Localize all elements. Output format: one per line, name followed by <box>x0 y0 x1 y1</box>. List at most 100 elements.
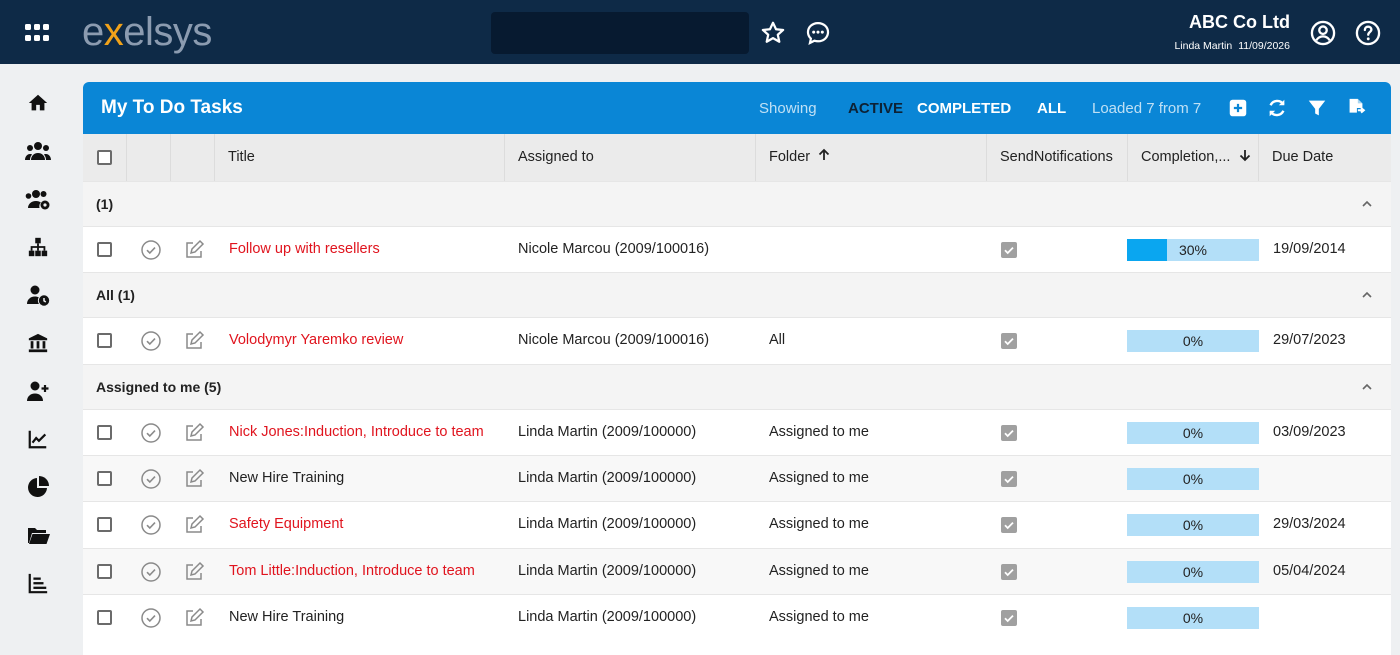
task-title[interactable]: New Hire Training <box>229 609 344 625</box>
progress-label: 30% <box>1178 242 1208 259</box>
progress-label: 0% <box>1182 517 1204 534</box>
due-date: 29/07/2023 <box>1273 332 1346 349</box>
task-title[interactable]: Follow up with resellers <box>229 241 380 257</box>
row-checkbox[interactable] <box>97 333 112 349</box>
collapse-chevron-icon[interactable] <box>1361 289 1373 301</box>
checkmark-icon <box>1004 429 1014 438</box>
assigned-to: Nicole Marcou (2009/100016) <box>518 241 710 258</box>
row-checkbox[interactable] <box>97 242 112 258</box>
send-notifications-checkbox[interactable] <box>1001 471 1017 488</box>
people-settings-icon[interactable] <box>24 185 52 213</box>
complete-check-icon[interactable] <box>140 239 162 261</box>
send-notifications-checkbox[interactable] <box>1001 517 1017 534</box>
progress-label: 0% <box>1182 333 1204 350</box>
column-divider <box>170 134 171 181</box>
filter-completed[interactable]: COMPLETED <box>917 100 1011 117</box>
user-info: Linda Martin 11/09/2026 <box>1174 40 1290 52</box>
search-input[interactable] <box>491 12 749 54</box>
refresh-icon[interactable] <box>1266 97 1288 119</box>
exelsys-logo[interactable]: exelsys <box>82 10 212 54</box>
row-checkbox[interactable] <box>97 563 112 579</box>
send-notifications-checkbox[interactable] <box>1001 609 1017 626</box>
folder-name: Assigned to me <box>769 516 869 533</box>
edit-icon[interactable] <box>183 239 205 261</box>
home-icon[interactable] <box>24 89 52 117</box>
line-chart-icon[interactable] <box>24 425 52 453</box>
table-row: New Hire Training Linda Martin (2009/1000… <box>83 593 1391 641</box>
group-label: Assigned to me (5) <box>96 378 222 395</box>
send-notifications-checkbox[interactable] <box>1001 333 1017 350</box>
user-clock-icon[interactable] <box>24 281 52 309</box>
bar-list-icon[interactable] <box>24 569 52 597</box>
chat-icon[interactable] <box>804 19 832 47</box>
edit-icon[interactable] <box>183 468 205 490</box>
people-icon[interactable] <box>24 137 52 165</box>
pie-chart-icon[interactable] <box>24 473 52 501</box>
add-user-icon[interactable] <box>24 377 52 405</box>
column-completion-label: Completion,... <box>1141 149 1231 165</box>
column-folder[interactable]: Folder <box>769 134 831 181</box>
complete-check-icon[interactable] <box>140 607 162 629</box>
completion-progress: 0% <box>1127 560 1259 583</box>
bank-icon[interactable] <box>24 329 52 357</box>
checkmark-icon <box>1004 476 1014 484</box>
checkmark-icon <box>1004 568 1014 576</box>
due-date: 19/09/2014 <box>1273 241 1346 258</box>
due-date: 29/03/2024 <box>1273 516 1346 533</box>
select-all-checkbox[interactable] <box>97 150 112 165</box>
row-checkbox[interactable] <box>97 424 112 440</box>
top-bar: exelsys ABC Co Ltd Linda Martin 11/09/202… <box>0 0 1400 64</box>
filter-active[interactable]: ACTIVE <box>848 100 903 117</box>
complete-check-icon[interactable] <box>140 422 162 444</box>
task-title[interactable]: Tom Little:Induction, Introduce to team <box>229 563 475 579</box>
send-notifications-checkbox[interactable] <box>1001 424 1017 441</box>
collapse-chevron-icon[interactable] <box>1361 198 1373 210</box>
send-notifications-checkbox[interactable] <box>1001 242 1017 259</box>
filter-icon[interactable] <box>1306 97 1328 119</box>
group-row[interactable]: All (1) <box>83 272 1391 318</box>
add-icon[interactable] <box>1227 97 1249 119</box>
edit-icon[interactable] <box>183 607 205 629</box>
row-checkbox[interactable] <box>97 609 112 625</box>
send-notifications-checkbox[interactable] <box>1001 563 1017 580</box>
account-icon[interactable] <box>1309 19 1337 47</box>
edit-icon[interactable] <box>183 514 205 536</box>
task-title[interactable]: Safety Equipment <box>229 516 343 532</box>
edit-icon[interactable] <box>183 330 205 352</box>
collapse-chevron-icon[interactable] <box>1361 381 1373 393</box>
folder-icon[interactable] <box>24 521 52 549</box>
column-due-date[interactable]: Due Date <box>1272 134 1333 181</box>
task-title[interactable]: Nick Jones:Induction, Introduce to team <box>229 424 484 440</box>
completion-progress: 0% <box>1127 330 1259 353</box>
column-completion[interactable]: Completion,... <box>1141 134 1252 181</box>
complete-check-icon[interactable] <box>140 561 162 583</box>
column-divider <box>986 134 987 181</box>
filter-all[interactable]: ALL <box>1037 100 1066 117</box>
checkmark-icon <box>1004 614 1014 623</box>
complete-check-icon[interactable] <box>140 468 162 490</box>
complete-check-icon[interactable] <box>140 330 162 352</box>
assigned-to: Nicole Marcou (2009/100016) <box>518 332 710 349</box>
column-send-notifications[interactable]: SendNotifications <box>1000 134 1118 181</box>
column-assigned[interactable]: Assigned to <box>518 134 594 181</box>
folder-name: Assigned to me <box>769 608 869 625</box>
row-checkbox[interactable] <box>97 517 112 533</box>
task-title[interactable]: Volodymyr Yaremko review <box>229 332 403 348</box>
sort-asc-icon <box>819 148 830 160</box>
star-icon[interactable] <box>759 19 787 47</box>
group-row[interactable]: Assigned to me (5) <box>83 363 1391 409</box>
complete-check-icon[interactable] <box>140 514 162 536</box>
task-title[interactable]: New Hire Training <box>229 470 344 486</box>
org-chart-icon[interactable] <box>24 233 52 261</box>
edit-icon[interactable] <box>183 422 205 444</box>
progress-label: 0% <box>1182 563 1204 580</box>
group-row[interactable]: (1) <box>83 181 1391 226</box>
apps-grid-icon[interactable] <box>25 24 51 42</box>
export-icon[interactable] <box>1345 97 1367 119</box>
edit-icon[interactable] <box>183 561 205 583</box>
group-label: (1) <box>96 196 114 212</box>
help-icon[interactable] <box>1354 19 1382 47</box>
row-checkbox[interactable] <box>97 471 112 487</box>
column-title[interactable]: Title <box>228 134 255 181</box>
progress-label: 0% <box>1182 471 1204 488</box>
